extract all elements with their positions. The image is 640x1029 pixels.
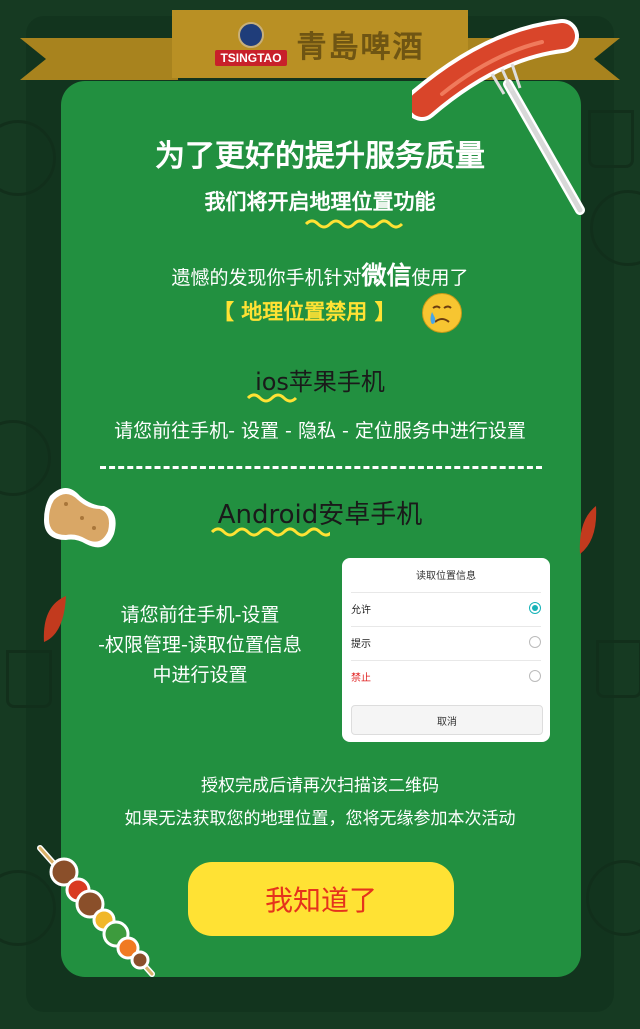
dashed-divider: [100, 466, 542, 469]
dialog-title: 读取位置信息: [416, 571, 476, 582]
sausage-fork-icon: [412, 19, 585, 215]
ios-instruction: 请您前往手机- 设置 - 隐私 - 定位服务中进行设置: [114, 420, 526, 442]
dialog-option-allow: 允许: [351, 592, 541, 623]
wavy-underline: [210, 527, 330, 537]
option-label: 提示: [351, 638, 371, 650]
warning-note: 如果无法获取您的地理位置，您将无缘参加本次活动: [124, 809, 516, 829]
option-label: 允许: [351, 604, 371, 616]
dialog-option-prompt: 提示: [351, 626, 541, 657]
skewer-icon: [37, 845, 155, 977]
dialog-cancel-button: 取消: [351, 705, 543, 735]
radio-icon: [529, 636, 541, 648]
peanut-icon: [44, 488, 116, 548]
disabled-notice: 遗憾的发现你手机针对微信使用了: [0, 256, 640, 292]
android-instruction: 请您前往手机-设置 -权限管理-读取位置信息 中进行设置: [80, 600, 320, 690]
permission-dialog-example: 读取位置信息 允许 提示 禁止 取消: [342, 558, 550, 742]
android-instruction-line: -权限管理-读取位置信息: [98, 634, 302, 656]
android-instruction-line: 请您前往手机-设置: [120, 604, 280, 626]
logo-text: TSINGTAO: [215, 50, 287, 66]
radio-selected-icon: [529, 602, 541, 614]
location-disabled-status: 【 地理位置禁用 】: [213, 300, 396, 324]
wavy-underline: [304, 219, 404, 229]
option-label: 禁止: [351, 672, 371, 684]
ios-heading: ios苹果手机: [255, 368, 385, 396]
logo-seal-icon: [237, 22, 264, 48]
radio-icon: [529, 670, 541, 682]
android-instruction-line: 中进行设置: [152, 664, 248, 686]
notice-app-name: 微信: [361, 261, 412, 290]
brand-name: 青島啤酒: [296, 30, 425, 65]
wavy-underline: [246, 393, 298, 403]
tsingtao-logo: TSINGTAO: [215, 22, 287, 66]
notice-suffix: 使用了: [411, 267, 469, 289]
crying-face-icon: [422, 293, 462, 333]
authorization-note: 授权完成后请再次扫描该二维码: [201, 776, 439, 796]
food-slice-decoration: [579, 506, 597, 554]
notice-prefix: 遗憾的发现你手机针对: [171, 267, 362, 289]
got-it-button[interactable]: 我知道了: [188, 862, 454, 936]
food-slice-decoration: [43, 596, 66, 642]
dialog-option-deny: 禁止: [351, 660, 541, 691]
